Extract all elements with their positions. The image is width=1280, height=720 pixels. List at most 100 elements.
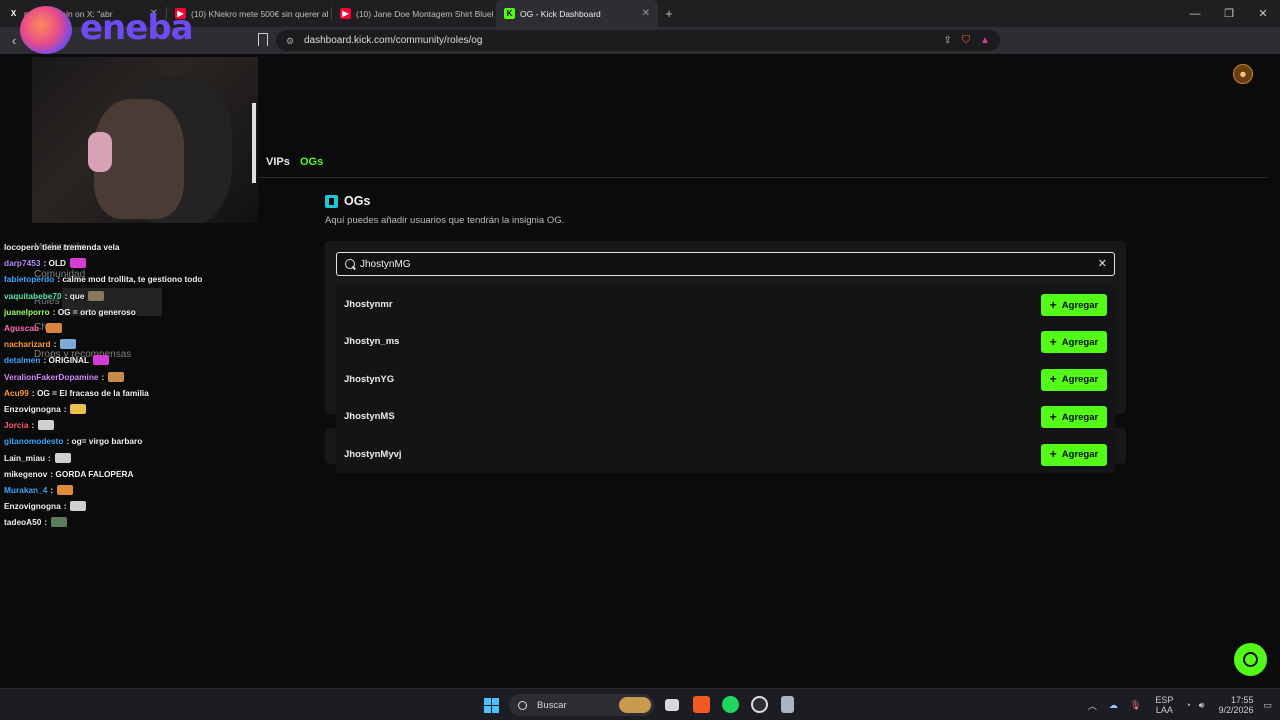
maximize-icon[interactable]: ❐ [1212,0,1246,27]
chat-username[interactable]: Aguscab [4,320,39,336]
chat-username[interactable]: VeralionFakerDopamine [4,369,99,385]
chat-emote-icon [70,403,87,414]
user-search-input[interactable]: JhostynMG ✕ [336,252,1115,276]
microphone-icon[interactable]: 🎙︎ [1130,700,1141,711]
chat-text: : GORDA FALOPERA [50,468,134,479]
clear-search-icon[interactable]: ✕ [1098,257,1107,270]
taskbar-search[interactable]: Buscar [509,694,654,716]
add-og-button[interactable]: + Agregar [1041,368,1107,391]
roles-subtabs: VIPs OGs [258,152,1268,178]
chat-message: Enzovignogna: [0,401,260,417]
add-og-button[interactable]: + Agregar [1041,331,1107,354]
spotify-icon[interactable] [722,696,739,713]
webcam-headphones [88,132,112,172]
chat-emote-icon [70,258,87,269]
window-controls: — ❐ ✕ [1178,0,1280,27]
chat-text: : [31,420,35,431]
volume-icon[interactable]: 🔊︎ [1199,700,1205,711]
chat-message: fabietoperdo: calme mod trollita, te ges… [0,271,260,287]
chat-username[interactable]: darp7453 [4,255,40,271]
close-window-icon[interactable]: ✕ [1246,0,1280,27]
chat-message: tadeoA50: [0,514,260,530]
input-language[interactable]: ESP LAA [1155,695,1173,715]
og-badge-icon [325,194,338,208]
add-og-button[interactable]: + Agregar [1041,443,1107,466]
chat-message: darp7453: OLD [0,255,260,271]
bookmark-icon[interactable] [258,33,268,46]
chat-text: tiene tremenda vela [42,242,120,253]
support-icon [1243,652,1258,667]
brave-rewards-icon[interactable]: ▲ [980,35,990,46]
result-username: JhostynMS [344,411,395,423]
chat-text: : [50,484,54,495]
show-hidden-icons-icon[interactable]: ︿ [1088,699,1097,712]
tab-vips[interactable]: VIPs [266,156,290,168]
chat-username[interactable]: fabietoperdo [4,271,54,287]
chat-username[interactable]: Enzovignogna [4,498,61,514]
brave-shield-icon[interactable]: ⛉ [962,34,970,47]
add-og-button[interactable]: + Agregar [1041,406,1107,429]
chat-text: : OG = El fracaso de la familia [31,387,149,398]
brave-browser-icon[interactable] [693,696,710,713]
chat-username[interactable]: Murakan_4 [4,482,47,498]
chat-emote-icon [46,323,63,334]
address-bar[interactable]: ⚙ dashboard.kick.com/community/roles/og … [276,30,1000,51]
chat-username[interactable]: mikegenov [4,466,47,482]
wifi-icon[interactable]: ◔ [1185,700,1190,710]
chat-username[interactable]: juanelporro [4,304,50,320]
chat-username[interactable]: Enzovignogna [4,401,61,417]
windows-start-icon[interactable] [484,698,499,713]
chat-emote-icon [70,501,87,512]
chat-username[interactable]: Lain_miau [4,450,45,466]
calculator-icon[interactable] [781,696,794,713]
user-avatar-icon[interactable]: ☻ [1233,64,1253,84]
taskbar-search-label: Buscar [537,699,567,711]
task-view-icon[interactable] [665,699,679,711]
site-info-icon[interactable]: ⚙ [286,36,296,46]
chat-username[interactable]: detalmen [4,352,40,368]
minimize-icon[interactable]: — [1178,0,1212,27]
chat-emote-icon [51,517,68,528]
chat-text: : que [64,290,85,301]
chat-message: juanelporro: OG = orto generoso [0,304,260,320]
chat-text: : OLD [43,258,67,269]
chat-username[interactable]: Jorcia [4,417,28,433]
chat-text: : calme mod trollita, te gestiono todo [57,274,203,285]
kick-icon: K [504,8,515,19]
new-tab-button[interactable]: + [658,6,680,21]
notifications-icon[interactable]: ▭ [1263,700,1272,711]
chat-emote-icon [93,355,110,366]
share-icon[interactable]: ⇪ [943,35,951,46]
chat-emote-icon [54,452,71,463]
chat-username[interactable]: tadeoA50 [4,514,41,530]
chat-message: Jorcia: [0,417,260,433]
browser-tab-youtube-2[interactable]: ▶ (10) Jane Doe Montagem Shirt Bluel [332,0,496,27]
add-og-button[interactable]: + Agregar [1041,294,1107,316]
section-header: OGs [325,194,370,208]
onedrive-icon[interactable]: ☁ [1109,700,1118,711]
chat-username[interactable]: locopero [4,239,39,255]
search-results-list: Jhostynmr + Agregar Jhostyn_ms + Agregar J… [336,286,1115,473]
obs-icon[interactable] [751,696,768,713]
browser-tab-kick-active[interactable]: K OG - Kick Dashboard ✕ [496,0,658,27]
help-chat-button[interactable] [1234,643,1267,676]
chat-username[interactable]: nacharizard [4,336,51,352]
search-icon [518,700,527,710]
close-tab-icon[interactable]: ✕ [636,8,650,19]
tab-ogs[interactable]: OGs [300,156,323,168]
result-username: JhostynYG [344,373,395,385]
result-row: JhostynYG + Agregar [336,360,1115,399]
plus-icon: + [1049,372,1057,387]
chat-username[interactable]: Acu99 [4,385,29,401]
chat-text: : [44,517,48,528]
chat-text: : ORIGINAL [43,355,90,366]
windows-taskbar: Buscar ︿ ☁ 🎙︎ ESP LAA ◔ 🔊︎ 17:55 9/2/202… [0,688,1280,720]
webcam-light [252,103,256,183]
chat-username[interactable]: vaquitabebe70 [4,288,62,304]
chat-username[interactable]: gitanomodesto [4,433,63,449]
taskbar-clock[interactable]: 17:55 9/2/2026 [1218,695,1253,715]
chat-message: Lain_miau: [0,449,260,465]
section-title: OGs [344,194,371,208]
result-row: JhostynMyvj + Agregar [336,435,1115,473]
result-row: Jhostyn_ms + Agregar [336,323,1115,361]
